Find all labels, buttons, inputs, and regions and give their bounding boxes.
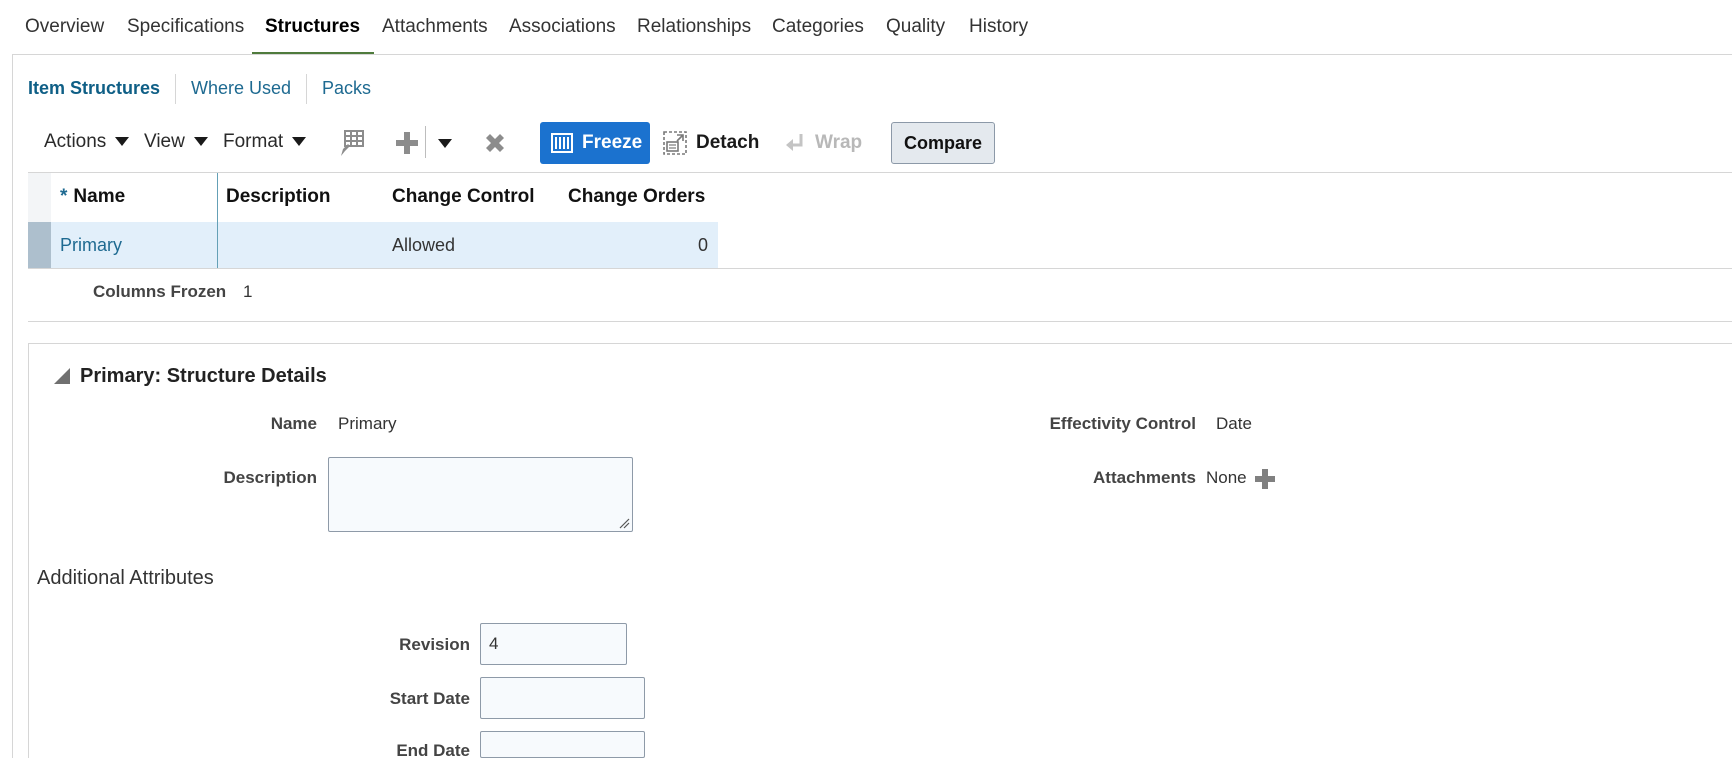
effectivity-control-label: Effectivity Control [1049,414,1196,433]
close-icon [486,134,504,152]
structure-details-title: Primary: Structure Details [80,365,327,387]
row-selection-indicator[interactable] [28,222,51,268]
column-header-name-label: Name [73,186,126,207]
table-top-border [28,172,1732,173]
columns-frozen-value: 1 [243,282,253,301]
detach-button[interactable]: Detach [663,128,759,158]
view-menu-label: View [144,131,185,152]
toolbar-divider [425,126,426,158]
frozen-column-divider[interactable] [217,173,218,268]
tab-quality[interactable]: Quality [886,0,945,55]
tab-specifications[interactable]: Specifications [127,0,244,55]
column-header-description[interactable]: Description [226,186,331,208]
start-date-label: Start Date [389,689,470,708]
tab-relationships[interactable]: Relationships [637,0,751,55]
description-label: Description [223,468,317,487]
tab-bar-divider [12,54,1732,55]
section-divider [28,321,1732,322]
edit-table-button[interactable] [337,127,367,159]
view-menu[interactable]: View [144,128,208,156]
add-row-dropdown[interactable] [433,128,457,158]
wrap-button: Wrap [784,128,862,158]
collapse-triangle-icon[interactable] [54,368,70,384]
subtab-divider [306,74,307,104]
tab-overview[interactable]: Overview [25,0,104,55]
compare-button[interactable]: Compare [891,122,995,164]
plus-icon [396,132,418,154]
chevron-down-icon [115,137,130,147]
wrap-button-label: Wrap [815,132,863,153]
table-bottom-border [28,268,1732,269]
tab-associations[interactable]: Associations [509,0,616,55]
columns-frozen-label: Columns Frozen [93,282,227,301]
attachments-value: None [1206,468,1247,487]
freeze-columns-icon [551,133,573,153]
revision-input[interactable]: 4 [480,623,627,665]
start-date-input[interactable] [480,677,645,719]
top-tab-bar: Overview Specifications Structures Attac… [0,0,1732,55]
chevron-down-icon [292,137,307,147]
end-date-input[interactable] [480,731,645,758]
required-marker: * [60,186,68,207]
effectivity-control-value: Date [1216,414,1252,433]
chevron-down-icon [438,138,452,148]
tab-attachments[interactable]: Attachments [382,0,488,55]
add-row-button[interactable] [393,128,421,158]
edit-table-icon [341,130,364,156]
actions-menu[interactable]: Actions [44,128,130,156]
content-left-border [12,54,13,758]
format-menu[interactable]: Format [223,128,307,156]
end-date-label: End Date [396,741,470,760]
attachments-label: Attachments [1093,468,1196,487]
wrap-icon [786,134,803,151]
table-row[interactable] [28,222,718,268]
detach-button-label: Detach [696,132,760,153]
structure-details-panel [28,343,1732,758]
chevron-down-icon [193,137,208,147]
subtab-divider [175,74,176,104]
subtab-item-structures[interactable]: Item Structures [28,78,160,99]
freeze-button[interactable]: Freeze [540,122,650,164]
plus-icon [1255,469,1275,489]
subtab-packs[interactable]: Packs [322,78,371,99]
name-label: Name [270,414,317,433]
column-header-name[interactable]: * Name [60,186,125,208]
description-field[interactable] [328,457,633,532]
add-attachment-button[interactable] [1254,468,1276,495]
column-header-change-control[interactable]: Change Control [392,186,535,208]
row-change-control: Allowed [392,235,456,255]
freeze-button-label: Freeze [582,132,643,153]
revision-label: Revision [399,635,470,654]
format-menu-label: Format [223,131,284,152]
column-header-change-orders[interactable]: Change Orders [568,186,705,208]
tab-structures[interactable]: Structures [251,0,375,55]
name-value: Primary [338,414,397,433]
row-change-orders: 0 [698,235,709,255]
tab-history[interactable]: History [969,0,1028,55]
resize-grip-icon[interactable] [618,517,630,529]
subtab-where-used[interactable]: Where Used [191,78,291,99]
delete-row-button[interactable] [481,128,509,158]
actions-menu-label: Actions [44,131,107,152]
header-row-indicator [28,173,51,222]
additional-attributes-title: Additional Attributes [37,567,214,589]
detach-icon [663,131,687,155]
row-name-link[interactable]: Primary [60,235,122,256]
tab-categories[interactable]: Categories [772,0,864,55]
